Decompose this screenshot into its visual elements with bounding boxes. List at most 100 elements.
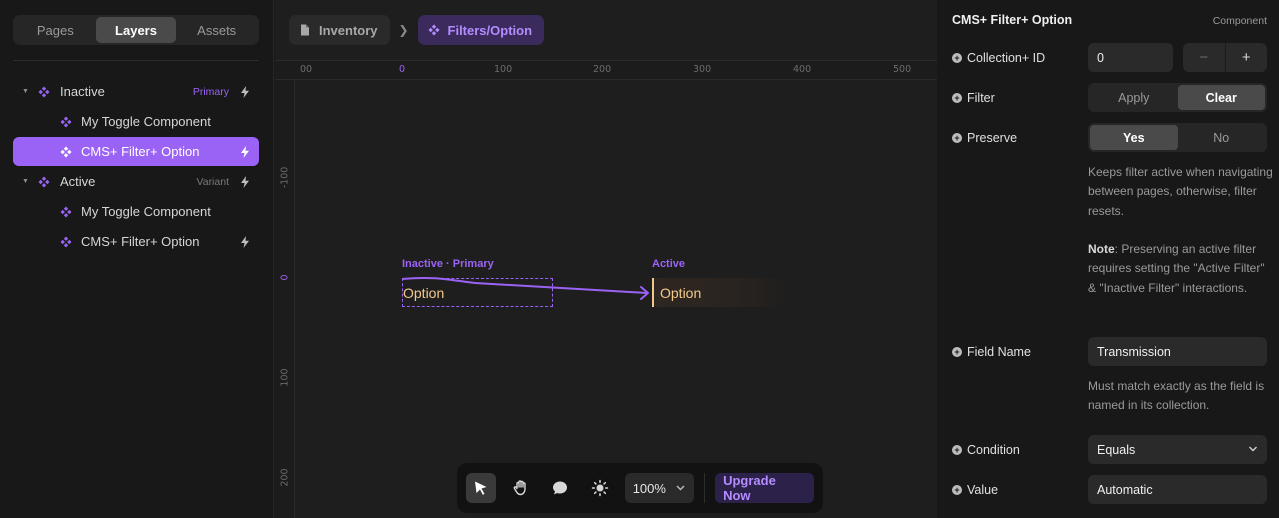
tab-pages[interactable]: Pages [15, 17, 96, 43]
component-icon [38, 86, 50, 97]
value-input[interactable]: Automatic [1088, 475, 1267, 504]
preserve-note-text: Note: Preserving an active filter requir… [1088, 240, 1273, 298]
ruler-tick: -100 [279, 166, 291, 189]
toolbar-divider [704, 473, 706, 503]
filter-label[interactable]: + Filter [952, 91, 995, 105]
filter-apply-option[interactable]: Apply [1090, 85, 1178, 110]
cursor-icon [474, 481, 487, 495]
condition-label[interactable]: + Condition [952, 443, 1020, 457]
add-property-icon[interactable]: + [952, 347, 962, 357]
add-property-icon[interactable]: + [952, 133, 962, 143]
ruler-tick: 0 [399, 64, 406, 75]
layer-row-inactive[interactable]: ▼ Inactive Primary [13, 77, 259, 106]
hand-tool-button[interactable] [506, 473, 536, 503]
comment-tool-button[interactable] [545, 473, 575, 503]
horizontal-ruler: 00 0 100 200 300 400 500 [275, 60, 937, 80]
layers-panel: Pages Layers Assets ▼ Inactive Primary M… [0, 0, 274, 518]
preserve-help-text: Keeps filter active when navigating betw… [1088, 165, 1273, 218]
panel-tabs: Pages Layers Assets [13, 15, 259, 45]
condition-value: Equals [1097, 442, 1136, 457]
zoom-dropdown[interactable]: 100% [624, 473, 695, 503]
bolt-icon [241, 175, 249, 188]
field-name-help-text: Must match exactly as the field is named… [1088, 379, 1265, 413]
layer-row-active[interactable]: ▼ Active Variant [13, 167, 259, 196]
ruler-tick: 00 [300, 64, 313, 75]
property-label: Collection+ ID [967, 51, 1046, 65]
component-icon [60, 146, 72, 157]
collection-id-input[interactable]: 0 [1088, 43, 1173, 72]
breadcrumb-inventory[interactable]: Inventory [289, 15, 390, 45]
component-title: CMS+ Filter+ Option [952, 13, 1073, 27]
upgrade-now-button[interactable]: Upgrade Now [715, 473, 814, 503]
properties-panel: CMS+ Filter+ Option Component + Collecti… [937, 0, 1279, 518]
ruler-tick: 100 [279, 368, 291, 387]
collection-id-label[interactable]: + Collection+ ID [952, 51, 1045, 65]
state-label-active[interactable]: Active [652, 258, 685, 270]
layer-row-cms-filter-option[interactable]: CMS+ Filter+ Option [13, 137, 259, 166]
ruler-tick: 300 [693, 64, 712, 75]
preserve-label[interactable]: + Preserve [952, 131, 1017, 145]
layer-label: My Toggle Component [81, 204, 211, 219]
variant-tag: Primary [192, 85, 229, 98]
condition-dropdown[interactable]: Equals [1088, 435, 1267, 464]
layer-label: My Toggle Component [81, 114, 211, 129]
option-inactive-frame[interactable]: Option [402, 278, 553, 307]
ruler-tick: 100 [494, 64, 513, 75]
layer-row-my-toggle-component[interactable]: My Toggle Component [13, 107, 259, 136]
sun-icon [591, 479, 609, 497]
hand-icon [513, 480, 526, 496]
property-label: Filter [967, 91, 995, 105]
ruler-tick: 400 [793, 64, 812, 75]
breadcrumb: Inventory ❯ Filters/Option [289, 15, 545, 45]
add-property-icon[interactable]: + [952, 485, 962, 495]
layer-label: Active [60, 174, 96, 189]
decrement-button[interactable]: − [1183, 43, 1226, 72]
tab-layers[interactable]: Layers [95, 17, 177, 43]
layer-row-my-toggle-component[interactable]: My Toggle Component [13, 197, 259, 226]
vertical-ruler: -100 0 100 200 [275, 80, 295, 518]
add-property-icon[interactable]: + [952, 53, 962, 63]
preserve-no-option[interactable]: No [1178, 125, 1266, 150]
preserve-segmented-control: Yes No [1088, 123, 1267, 152]
page-icon [301, 24, 309, 36]
field-name-label[interactable]: + Field Name [952, 345, 1031, 359]
add-property-icon[interactable]: + [952, 445, 962, 455]
bolt-icon [241, 235, 249, 248]
chevron-down-icon[interactable]: ▼ [22, 178, 29, 185]
design-canvas[interactable]: Inventory ❯ Filters/Option 00 0 100 200 … [275, 0, 937, 518]
preserve-yes-option[interactable]: Yes [1090, 125, 1178, 150]
breadcrumb-label: Filters/Option [447, 22, 533, 38]
layer-label: CMS+ Filter+ Option [81, 144, 200, 159]
value-label[interactable]: + Value [952, 483, 998, 497]
chevron-down-icon [1249, 446, 1257, 452]
field-name-input[interactable]: Transmission [1088, 337, 1267, 366]
note-label: Note [1088, 242, 1115, 256]
chevron-down-icon[interactable]: ▼ [22, 88, 29, 95]
option-text: Option [660, 284, 702, 301]
divider [13, 60, 259, 61]
tab-assets[interactable]: Assets [176, 17, 257, 43]
state-label-inactive[interactable]: Inactive · Primary [402, 258, 494, 270]
theme-toggle-button[interactable] [585, 473, 615, 503]
comment-icon [553, 481, 568, 495]
layer-label: Inactive [60, 84, 105, 99]
filter-clear-option[interactable]: Clear [1177, 85, 1265, 110]
increment-button[interactable]: + [1226, 43, 1268, 72]
property-label: Value [967, 483, 999, 497]
ruler-tick: 200 [593, 64, 612, 75]
component-icon [60, 116, 72, 127]
component-icon [60, 236, 72, 247]
select-tool-button[interactable] [466, 473, 496, 503]
component-icon [428, 24, 440, 36]
add-property-icon[interactable]: + [952, 93, 962, 103]
note-body: : Preserving an active filter requires s… [1088, 242, 1265, 295]
breadcrumb-filters-option[interactable]: Filters/Option [417, 15, 545, 45]
layer-row-cms-filter-option[interactable]: CMS+ Filter+ Option [13, 227, 259, 256]
option-active-frame[interactable]: Option [652, 278, 787, 307]
variant-tag: Variant [196, 175, 230, 188]
component-icon [38, 176, 50, 187]
property-label: Condition [967, 443, 1020, 457]
ruler-tick: 0 [279, 274, 291, 281]
ruler-tick: 200 [279, 468, 291, 487]
ruler-tick: 500 [893, 64, 912, 75]
